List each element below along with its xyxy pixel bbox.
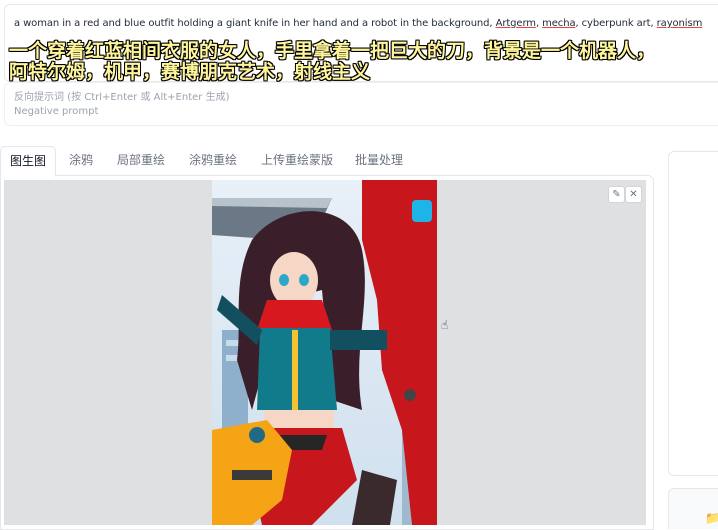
tab-inpaint-sketch[interactable]: 涂鸦重绘 <box>180 146 246 175</box>
subtitle-overlay: 一个穿着红蓝相间衣服的女人，手里拿着一把巨大的刀，背景是一个机器人， 阿特尔姆，… <box>9 40 656 83</box>
tab-inpaint-upload[interactable]: 上传重绘蒙版 <box>252 146 342 175</box>
tab-batch[interactable]: 批量处理 <box>346 146 412 175</box>
tab-img2img[interactable]: 图生图 <box>0 146 57 177</box>
folder-icon[interactable]: 📁 <box>705 511 718 525</box>
hand-cursor-icon: ☝ <box>441 318 449 332</box>
prompt-text: a woman in a red and blue outfit holding… <box>14 18 703 29</box>
tab-sketch[interactable]: 涂鸦 <box>60 146 102 175</box>
negative-prompt-placeholder: 反向提示词 (按 Ctrl+Enter 或 Alt+Enter 生成) Nega… <box>14 92 230 117</box>
close-icon[interactable]: ✕ <box>625 186 642 203</box>
negative-prompt-textarea[interactable]: 反向提示词 (按 Ctrl+Enter 或 Alt+Enter 生成) Nega… <box>4 82 718 126</box>
tab-inpaint[interactable]: 局部重绘 <box>108 146 174 175</box>
uploaded-image <box>212 180 437 525</box>
right-side-panel <box>668 151 718 476</box>
pencil-icon[interactable]: ✎ <box>608 186 625 203</box>
